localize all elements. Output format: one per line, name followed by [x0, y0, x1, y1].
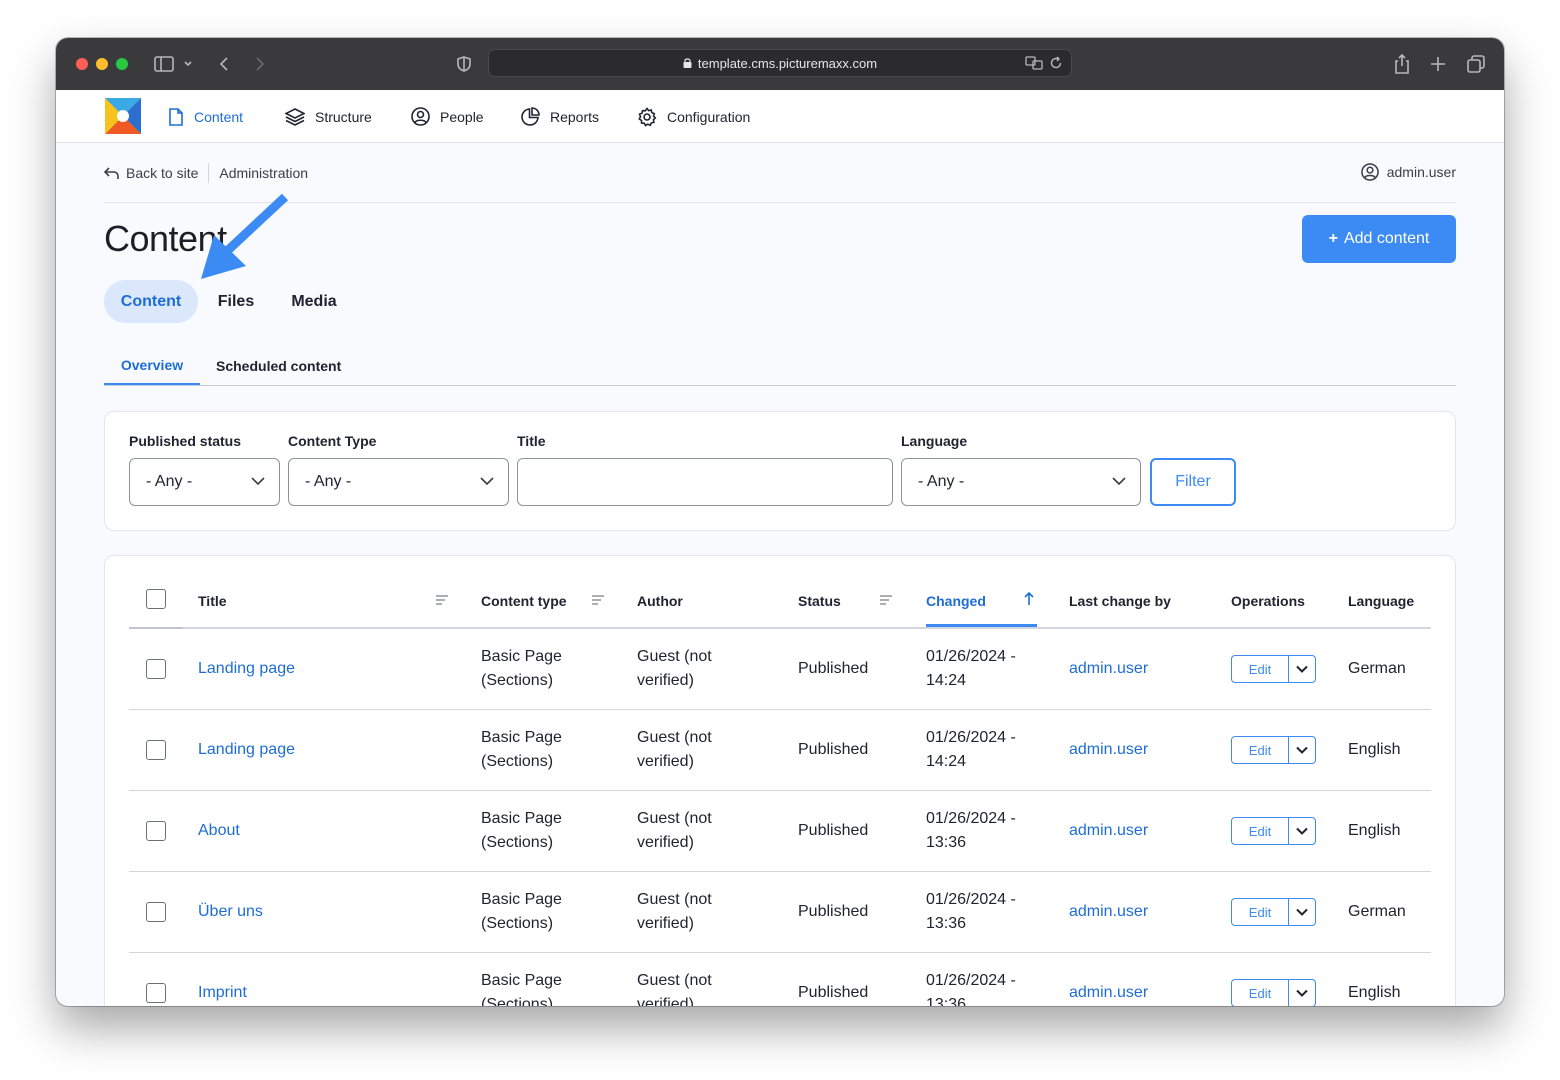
row-author-line1: Guest (not [637, 810, 712, 827]
row-last-change-by-link[interactable]: admin.user [1069, 900, 1148, 924]
row-content-type: Basic Page (Sections) [481, 726, 562, 774]
row-status: Published [798, 660, 869, 677]
row-operations-toggle[interactable] [1289, 818, 1315, 844]
row-status: Published [798, 903, 869, 920]
row-last-change-by-link[interactable]: admin.user [1069, 738, 1148, 762]
row-content-type-line1: Basic Page [481, 972, 562, 989]
row-operations-toggle[interactable] [1289, 980, 1315, 1006]
row-changed-date: 01/26/2024 - [926, 729, 1016, 746]
row-changed-time: 13:36 [926, 834, 967, 851]
row-edit-button[interactable]: Edit [1232, 656, 1289, 682]
row-status: Published [798, 822, 869, 839]
row-edit-button[interactable]: Edit [1232, 818, 1289, 844]
row-author: Guest (not verified) [637, 726, 712, 774]
row-operations: Edit [1231, 736, 1316, 764]
row-operations: Edit [1231, 979, 1316, 1006]
row-author-line1: Guest (not [637, 972, 712, 989]
row-checkbox[interactable] [146, 659, 166, 679]
row-changed-date: 01/26/2024 - [926, 891, 1016, 908]
browser-window: template.cms.picturemaxx.com Content Str… [56, 38, 1504, 1006]
row-checkbox[interactable] [146, 821, 166, 841]
row-edit-button[interactable]: Edit [1232, 899, 1289, 925]
row-language: German [1348, 903, 1406, 920]
row-content-type: Basic Page (Sections) [481, 645, 562, 693]
row-language: German [1348, 660, 1406, 677]
annotation-arrow-icon [201, 193, 289, 279]
row-status: Published [798, 741, 869, 758]
row-content-type-line1: Basic Page [481, 648, 562, 665]
row-author-line2: verified) [637, 915, 694, 932]
row-changed: 01/26/2024 - 14:24 [926, 645, 1016, 693]
row-last-change-by-link[interactable]: admin.user [1069, 657, 1148, 681]
chevron-down-icon [1296, 989, 1308, 997]
row-changed-time: 14:24 [926, 672, 967, 689]
chevron-down-icon [1296, 827, 1308, 835]
row-author: Guest (not verified) [637, 888, 712, 936]
row-author-line1: Guest (not [637, 648, 712, 665]
row-content-type: Basic Page (Sections) [481, 888, 562, 936]
row-edit-button[interactable]: Edit [1232, 737, 1289, 763]
row-checkbox[interactable] [146, 740, 166, 760]
table-body: Landing page Basic Page (Sections) Guest … [56, 38, 1504, 1006]
row-content-type-line1: Basic Page [481, 810, 562, 827]
row-operations: Edit [1231, 898, 1316, 926]
row-content-type-line2: (Sections) [481, 915, 554, 932]
row-language: English [1348, 741, 1401, 758]
row-author-line2: verified) [637, 753, 694, 770]
row-author-line2: verified) [637, 672, 694, 689]
row-status: Published [798, 984, 869, 1001]
row-changed-time: 14:24 [926, 753, 967, 770]
row-content-type-line2: (Sections) [481, 996, 554, 1006]
row-changed-date: 01/26/2024 - [926, 648, 1016, 665]
row-author-line2: verified) [637, 834, 694, 851]
row-changed-date: 01/26/2024 - [926, 810, 1016, 827]
row-edit-button[interactable]: Edit [1232, 980, 1289, 1006]
row-content-type-line2: (Sections) [481, 753, 554, 770]
row-title-link[interactable]: Landing page [198, 738, 295, 762]
row-author-line1: Guest (not [637, 729, 712, 746]
row-content-type: Basic Page (Sections) [481, 969, 562, 1006]
row-author-line1: Guest (not [637, 891, 712, 908]
row-content-type-line1: Basic Page [481, 729, 562, 746]
row-language: English [1348, 984, 1401, 1001]
row-operations-toggle[interactable] [1289, 737, 1315, 763]
row-title-link[interactable]: Über uns [198, 900, 263, 924]
row-operations: Edit [1231, 817, 1316, 845]
row-changed: 01/26/2024 - 14:24 [926, 726, 1016, 774]
row-changed: 01/26/2024 - 13:36 [926, 888, 1016, 936]
row-changed-time: 13:36 [926, 996, 967, 1006]
row-content-type-line2: (Sections) [481, 672, 554, 689]
row-content-type-line1: Basic Page [481, 891, 562, 908]
chevron-down-icon [1296, 665, 1308, 673]
row-title-link[interactable]: Landing page [198, 657, 295, 681]
row-title-link[interactable]: Imprint [198, 981, 247, 1005]
row-changed-date: 01/26/2024 - [926, 972, 1016, 989]
row-checkbox[interactable] [146, 983, 166, 1003]
chevron-down-icon [1296, 746, 1308, 754]
row-changed: 01/26/2024 - 13:36 [926, 969, 1016, 1006]
row-operations: Edit [1231, 655, 1316, 683]
row-operations-toggle[interactable] [1289, 899, 1315, 925]
row-content-type-line2: (Sections) [481, 834, 554, 851]
row-author-line2: verified) [637, 996, 694, 1006]
row-last-change-by-link[interactable]: admin.user [1069, 819, 1148, 843]
row-author: Guest (not verified) [637, 969, 712, 1006]
row-operations-toggle[interactable] [1289, 656, 1315, 682]
chevron-down-icon [1296, 908, 1308, 916]
row-author: Guest (not verified) [637, 807, 712, 855]
row-title-link[interactable]: About [198, 819, 240, 843]
row-language: English [1348, 822, 1401, 839]
row-changed: 01/26/2024 - 13:36 [926, 807, 1016, 855]
row-author: Guest (not verified) [637, 645, 712, 693]
row-content-type: Basic Page (Sections) [481, 807, 562, 855]
row-checkbox[interactable] [146, 902, 166, 922]
row-changed-time: 13:36 [926, 915, 967, 932]
row-last-change-by-link[interactable]: admin.user [1069, 981, 1148, 1005]
